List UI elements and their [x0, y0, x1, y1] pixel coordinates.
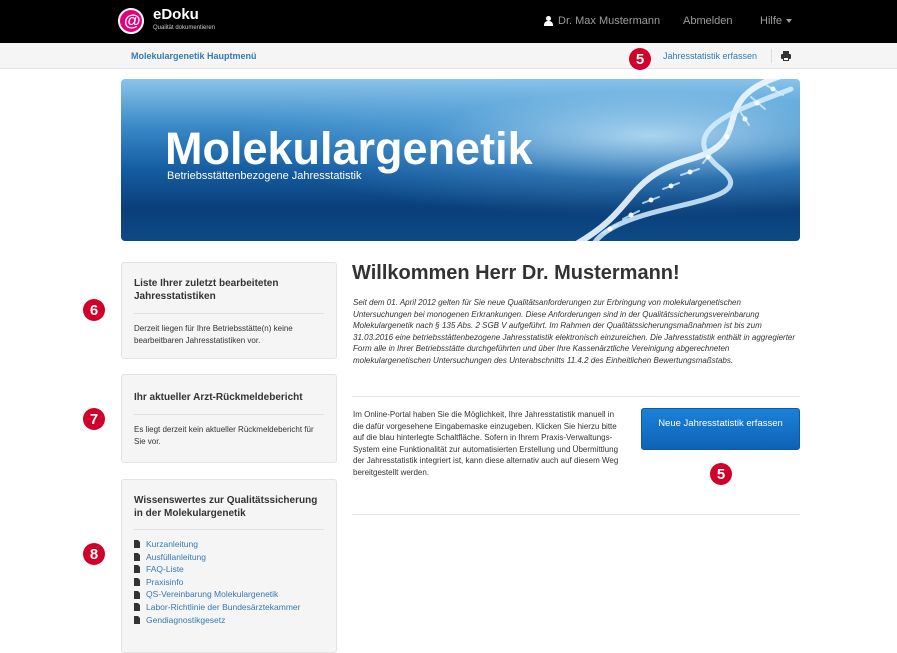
- page-title: Willkommen Herr Dr. Mustermann!: [352, 262, 680, 284]
- divider: [352, 396, 800, 397]
- document-icon: [134, 603, 140, 612]
- annotation-badge-8: 8: [83, 543, 105, 565]
- document-links: Kurzanleitung Ausfüllanleitung FAQ-Liste…: [134, 538, 324, 626]
- user-name: Dr. Max Mustermann: [558, 15, 661, 27]
- portal-text: Im Online-Portal haben Sie die Möglichke…: [353, 410, 619, 477]
- annotation-badge-7: 7: [83, 408, 105, 430]
- user-icon: [544, 16, 553, 26]
- link-label[interactable]: Labor-Richtlinie der Bundesärztekammer: [146, 601, 301, 614]
- dna-helix-image: [575, 79, 794, 241]
- divider: [134, 414, 324, 415]
- divider: [352, 514, 800, 515]
- link-praxisinfo[interactable]: Praxisinfo: [134, 576, 324, 589]
- divider: [134, 313, 324, 314]
- sub-navbar: Molekulargenetik Hauptmenü Jahresstatist…: [0, 43, 897, 69]
- knowledge-panel: Wissenswertes zur Qualitätssicherung in …: [121, 479, 337, 653]
- intro-text: Seit dem 01. April 2012 gelten für Sie n…: [353, 298, 796, 365]
- help-label: Hilfe: [760, 15, 783, 27]
- document-icon: [134, 590, 140, 599]
- link-label[interactable]: Ausfüllanleitung: [146, 551, 206, 564]
- link-label[interactable]: QS-Vereinbarung Molekulargenetik: [146, 588, 278, 601]
- link-label[interactable]: FAQ-Liste: [146, 563, 184, 576]
- document-icon: [134, 578, 140, 587]
- panel-title: Ihr aktueller Arzt-Rückmeldebericht: [134, 392, 303, 403]
- hero-banner: Molekulargenetik Betriebsstättenbezogene…: [121, 79, 800, 241]
- logo-letter: @: [124, 11, 141, 30]
- edoku-logo-icon[interactable]: @: [118, 8, 144, 34]
- panel-title: Liste Ihrer zuletzt bearbeiteten Jahress…: [134, 278, 279, 302]
- panel-title: Wissenswertes zur Qualitätssicherung in …: [134, 495, 318, 519]
- link-labor-richtlinie[interactable]: Labor-Richtlinie der Bundesärztekammer: [134, 601, 324, 614]
- link-gendiagnostikgesetz[interactable]: Gendiagnostikgesetz: [134, 614, 324, 627]
- link-label[interactable]: Gendiagnostikgesetz: [146, 614, 225, 627]
- banner-title: Molekulargenetik: [165, 123, 533, 174]
- recent-statistics-panel: Liste Ihrer zuletzt bearbeiteten Jahress…: [121, 262, 337, 359]
- link-faq[interactable]: FAQ-Liste: [134, 563, 324, 576]
- annotation-badge-5: 5: [710, 463, 732, 485]
- help-menu[interactable]: Hilfe: [760, 15, 793, 27]
- feedback-report-panel: Ihr aktueller Arzt-Rückmeldebericht Es l…: [121, 374, 337, 463]
- brand-tagline: Qualität dokumentieren: [153, 25, 216, 31]
- link-label[interactable]: Kurzanleitung: [146, 538, 198, 551]
- annotation-badge-6: 6: [83, 299, 105, 321]
- divider: [134, 529, 324, 530]
- user-menu[interactable]: Dr. Max Mustermann: [544, 15, 660, 27]
- document-icon: [134, 540, 140, 549]
- new-statistic-button[interactable]: Neue Jahresstatistik erfassen: [641, 408, 800, 450]
- divider: [771, 49, 772, 63]
- panel-text: Derzeit liegen für Ihre Betriebsstätte(n…: [134, 324, 293, 345]
- annotation-badge-5: 5: [629, 48, 651, 70]
- top-navbar: @ eDoku Qualität dokumentieren Dr. Max M…: [0, 0, 897, 43]
- banner-subtitle: Betriebsstättenbezogene Jahresstatistik: [167, 170, 362, 182]
- document-icon: [134, 552, 140, 561]
- home-menu-link[interactable]: Molekulargenetik Hauptmenü: [131, 51, 257, 61]
- document-icon: [134, 615, 140, 624]
- capture-statistic-link[interactable]: Jahresstatistik erfassen: [663, 51, 757, 61]
- chevron-down-icon: [786, 19, 793, 24]
- print-icon[interactable]: [781, 51, 791, 61]
- document-icon: [134, 565, 140, 574]
- panel-text: Es liegt derzeit kein aktueller Rückmeld…: [134, 425, 314, 446]
- link-qs-vereinbarung[interactable]: QS-Vereinbarung Molekulargenetik: [134, 588, 324, 601]
- link-label[interactable]: Praxisinfo: [146, 576, 183, 589]
- link-kurzanleitung[interactable]: Kurzanleitung: [134, 538, 324, 551]
- link-ausfuellanleitung[interactable]: Ausfüllanleitung: [134, 551, 324, 564]
- logout-link[interactable]: Abmelden: [683, 15, 733, 27]
- brand-name[interactable]: eDoku: [153, 6, 199, 23]
